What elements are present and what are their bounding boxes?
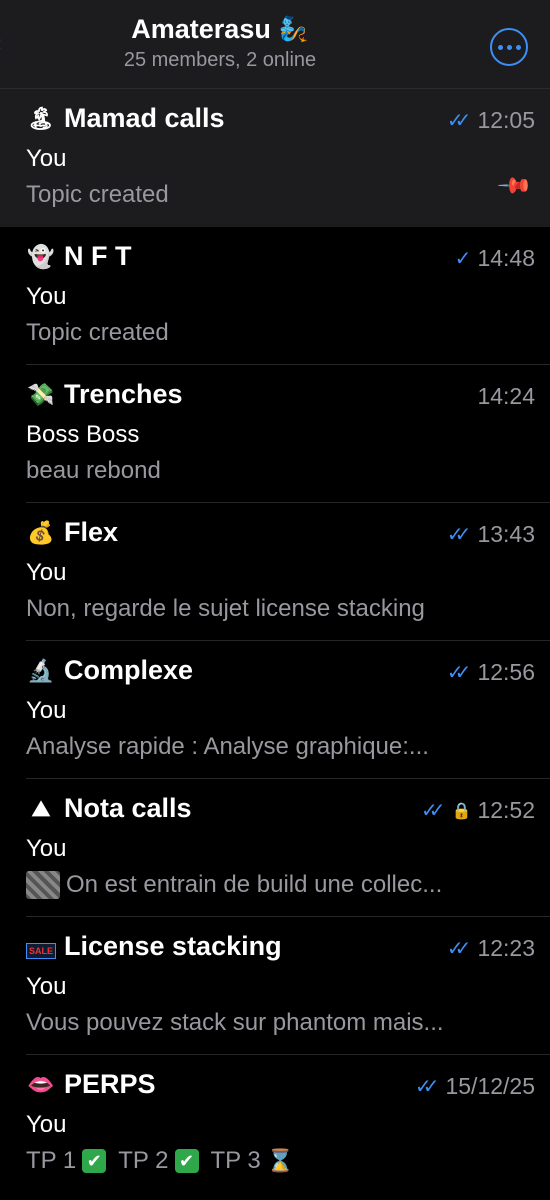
preview-text: Topic created bbox=[26, 319, 169, 346]
desert-island-icon: 🏝 bbox=[27, 105, 55, 131]
topic-row-nota-calls[interactable]: ⛰ Nota calls ✓✓ 🔒 12:52 You On est entra… bbox=[0, 779, 550, 917]
topic-time: 15/12/25 bbox=[445, 1073, 535, 1099]
topic-row-flex[interactable]: 💰 Flex ✓✓ 13:43 You Non, regarde le suje… bbox=[0, 503, 550, 641]
preview-text-tp1: TP 1 bbox=[26, 1147, 77, 1174]
topic-row-perps[interactable]: 👄 PERPS ✓✓ 15/12/25 You TP 1 ✔ TP 2 ✔ TP… bbox=[0, 1055, 550, 1193]
double-check-icon: ✓✓ bbox=[446, 662, 471, 684]
topic-row-nft[interactable]: 👻 N F T ✓ 14:48 You Topic created bbox=[0, 227, 550, 365]
check-mark-button-icon: ✔ bbox=[82, 1149, 107, 1173]
topic-row-complexe[interactable]: 🔬 Complexe ✓✓ 12:56 You Analyse rapide :… bbox=[0, 641, 550, 779]
preview-text-tp2: TP 2 bbox=[118, 1147, 169, 1174]
more-dot-icon bbox=[497, 44, 503, 50]
hourglass-icon: ⌛ bbox=[266, 1148, 295, 1173]
topic-row-mamad-calls[interactable]: 🏝 Mamad calls ✓✓ 12:05 You Topic created… bbox=[0, 89, 550, 227]
topic-list: 🏝 Mamad calls ✓✓ 12:05 You Topic created… bbox=[0, 89, 550, 1193]
topic-title: Complexe bbox=[64, 655, 194, 685]
sale-tag-icon: SALE bbox=[26, 934, 57, 960]
group-title: Amaterasu bbox=[131, 14, 271, 44]
topic-time: 12:56 bbox=[477, 659, 535, 685]
mountain-icon: ⛰ bbox=[31, 795, 51, 821]
topic-time: 14:24 bbox=[477, 383, 535, 409]
topic-time: 13:43 bbox=[477, 521, 535, 547]
topic-preview: Topic created bbox=[26, 319, 520, 347]
topic-sender: You bbox=[26, 835, 67, 862]
topic-preview: TP 1 ✔ TP 2 ✔ TP 3 ⌛ bbox=[26, 1147, 520, 1175]
more-dot-icon bbox=[515, 44, 521, 50]
topic-sender: You bbox=[26, 1111, 67, 1138]
money-wings-icon: 💸 bbox=[27, 381, 55, 407]
topic-preview: Vous pouvez stack sur phantom mais... bbox=[26, 1009, 520, 1037]
topic-title: Nota calls bbox=[64, 793, 192, 823]
double-check-icon: ✓✓ bbox=[421, 800, 445, 822]
topic-title: License stacking bbox=[64, 931, 282, 961]
topic-row-trenches[interactable]: 💸 Trenches 14:24 Boss Boss beau rebond bbox=[0, 365, 550, 503]
check-mark-button-icon: ✔ bbox=[174, 1149, 199, 1173]
preview-text: On est entrain de build une collec... bbox=[66, 871, 443, 898]
group-member-status: 25 members, 2 online bbox=[123, 49, 317, 71]
lips-icon: 👄 bbox=[27, 1071, 55, 1097]
preview-text: Vous pouvez stack sur phantom mais... bbox=[26, 1009, 444, 1036]
preview-text: beau rebond bbox=[26, 457, 161, 484]
topic-title: Mamad calls bbox=[64, 103, 225, 133]
double-check-icon: ✓✓ bbox=[446, 524, 471, 546]
topic-time: 12:23 bbox=[477, 935, 535, 961]
topic-title: N F T bbox=[64, 241, 132, 271]
double-check-icon: ✓✓ bbox=[446, 938, 471, 960]
more-options-button[interactable] bbox=[490, 28, 528, 66]
preview-text: Topic created bbox=[26, 181, 169, 208]
header-title-block[interactable]: Amaterasu 🧞 25 members, 2 online bbox=[0, 14, 440, 72]
single-check-icon: ✓ bbox=[454, 248, 472, 270]
preview-text: Non, regarde le sujet license stacking bbox=[26, 595, 425, 622]
topic-time: 14:48 bbox=[477, 245, 535, 271]
preview-text-tp3: TP 3 bbox=[210, 1147, 261, 1174]
topic-sender: You bbox=[26, 145, 67, 172]
preview-text: Analyse rapide : Analyse graphique:... bbox=[26, 733, 429, 760]
topic-sender: You bbox=[26, 973, 67, 1000]
more-dot-icon bbox=[506, 44, 512, 50]
media-thumbnail-icon bbox=[26, 871, 60, 899]
chat-header: ‹ Amaterasu 🧞 25 members, 2 online bbox=[0, 0, 550, 89]
topic-row-license-stacking[interactable]: SALE License stacking ✓✓ 12:23 You Vous … bbox=[0, 917, 550, 1055]
genie-emoji-icon: 🧞 bbox=[278, 16, 309, 43]
topic-preview: Non, regarde le sujet license stacking bbox=[26, 595, 520, 623]
topic-title: PERPS bbox=[64, 1069, 156, 1099]
lock-icon: 🔒 bbox=[451, 802, 472, 820]
topic-preview: Analyse rapide : Analyse graphique:... bbox=[26, 733, 520, 761]
topic-sender: Boss Boss bbox=[26, 421, 140, 448]
topic-title: Flex bbox=[64, 517, 119, 547]
topic-title: Trenches bbox=[64, 379, 183, 409]
double-check-icon: ✓✓ bbox=[414, 1076, 439, 1098]
topic-preview: On est entrain de build une collec... bbox=[26, 871, 520, 899]
ghost-icon: 👻 bbox=[27, 243, 55, 269]
money-bag-icon: 💰 bbox=[27, 519, 55, 545]
topic-preview: Topic created bbox=[26, 181, 520, 209]
topic-time: 12:52 bbox=[477, 797, 535, 823]
double-check-icon: ✓✓ bbox=[446, 110, 471, 132]
topic-preview: beau rebond bbox=[26, 457, 520, 485]
topic-sender: You bbox=[26, 559, 67, 586]
topic-time: 12:05 bbox=[477, 107, 535, 133]
topic-sender: You bbox=[26, 697, 67, 724]
topic-sender: You bbox=[26, 283, 67, 310]
microscope-icon: 🔬 bbox=[27, 657, 55, 683]
